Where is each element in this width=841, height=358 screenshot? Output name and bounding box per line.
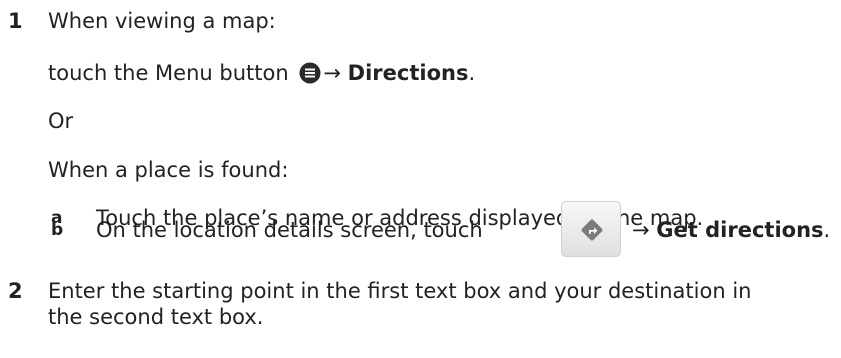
directions-label: Directions bbox=[347, 61, 469, 85]
arrow-2: → bbox=[632, 218, 650, 242]
place-found-text: When a place is found: bbox=[48, 158, 289, 182]
menu-icon bbox=[299, 62, 321, 84]
menu-instruction-prefix: touch the Menu button bbox=[48, 61, 289, 85]
menu-instruction: touch the Menu button → Directions. bbox=[48, 60, 475, 86]
get-directions-label: Get directions bbox=[656, 218, 824, 242]
get-directions-button[interactable] bbox=[561, 201, 621, 257]
sub-step-b-text: On the location details screen, touch bbox=[96, 218, 483, 242]
step-1-text: When viewing a map: bbox=[48, 9, 276, 33]
arrow-1: → bbox=[323, 61, 341, 85]
period-2: . bbox=[823, 218, 831, 242]
sub-step-b-letter: b bbox=[51, 220, 64, 240]
step-number-2: 2 bbox=[8, 279, 23, 303]
period-1: . bbox=[468, 61, 476, 85]
step-2-line-2: the second text box. bbox=[48, 305, 264, 329]
directions-icon bbox=[581, 219, 603, 241]
step-2-line-1: Enter the starting point in the first te… bbox=[48, 279, 752, 303]
step-number-1: 1 bbox=[8, 9, 23, 33]
or-text: Or bbox=[48, 109, 74, 133]
get-directions-text: → Get directions. bbox=[632, 217, 830, 243]
